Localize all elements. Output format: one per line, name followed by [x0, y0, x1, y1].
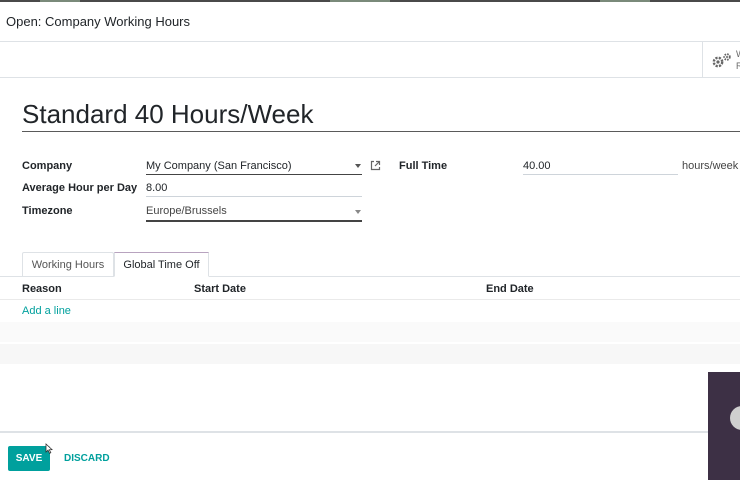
discard-button[interactable]: DISCARD: [64, 446, 110, 471]
avg-hours-input[interactable]: 8.00: [146, 181, 362, 197]
add-line-link[interactable]: Add a line: [22, 305, 71, 317]
smart-button-label: W R: [736, 48, 740, 72]
smart-button-line1: W: [736, 48, 740, 60]
tab-working-hours[interactable]: Working Hours: [22, 252, 114, 277]
timezone-label: Timezone: [22, 205, 73, 217]
video-overlay: [708, 372, 740, 480]
chevron-down-icon: [355, 164, 361, 168]
button-box: W R: [0, 42, 740, 78]
avatar: [730, 406, 740, 430]
mouse-cursor-icon: [45, 443, 53, 454]
full-time-unit: hours/week: [682, 160, 739, 172]
gears-icon: [712, 53, 731, 68]
tab-global-time-off[interactable]: Global Time Off: [114, 252, 209, 277]
smart-button[interactable]: W R: [702, 42, 740, 78]
tab-label: Global Time Off: [123, 259, 200, 271]
company-label: Company: [22, 160, 73, 172]
full-time-input[interactable]: 40.00: [523, 159, 678, 175]
save-button[interactable]: SAVE: [8, 446, 50, 471]
column-header-end-date[interactable]: End Date: [486, 283, 534, 295]
modal-title: Open: Company Working Hours: [6, 14, 191, 29]
table-header-divider: [0, 299, 740, 300]
chevron-down-icon: [355, 210, 361, 214]
column-header-start-date[interactable]: Start Date: [194, 283, 246, 295]
column-header-reason[interactable]: Reason: [22, 283, 62, 295]
company-select[interactable]: My Company (San Francisco): [146, 159, 362, 175]
smart-button-line2: R: [736, 61, 740, 71]
record-name-field[interactable]: Standard 40 Hours/Week: [22, 98, 740, 132]
modal-header: Open: Company Working Hours: [0, 2, 740, 42]
tab-label: Working Hours: [31, 259, 105, 271]
timezone-select[interactable]: Europe/Brussels: [146, 204, 362, 222]
full-time-label: Full Time: [399, 160, 448, 172]
avg-hours-label: Average Hour per Day: [22, 182, 138, 194]
table-row: [0, 322, 740, 342]
full-time-value: 40.00: [523, 160, 551, 172]
timezone-value: Europe/Brussels: [146, 205, 227, 217]
external-link-icon[interactable]: [370, 160, 381, 171]
footer-divider: [0, 431, 740, 433]
company-value: My Company (San Francisco): [146, 160, 292, 172]
avg-hours-value: 8.00: [146, 182, 168, 194]
table-row: [0, 344, 740, 364]
